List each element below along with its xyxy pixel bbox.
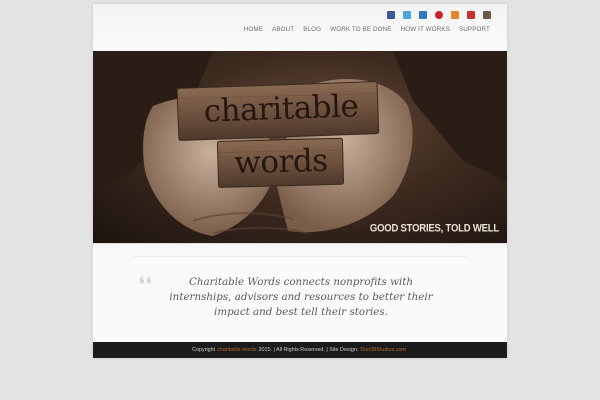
divider [93, 243, 507, 244]
mission-quote-text: Charitable Words connects nonprofits wit… [169, 276, 433, 318]
nav-blog[interactable]: BLOG [303, 26, 321, 33]
rss-icon[interactable] [451, 11, 459, 19]
footer-brand-link[interactable]: charitable words [217, 347, 256, 353]
footer-copyright-prefix: Copyright [192, 347, 216, 353]
nav-home[interactable]: HOME [244, 26, 263, 33]
facebook-icon[interactable] [387, 11, 395, 19]
twitter-icon[interactable] [403, 11, 411, 19]
hero-block-text-1: charitable [203, 88, 359, 130]
footer: Copyright charitable words 2015. | All R… [93, 342, 507, 358]
instagram-icon[interactable] [483, 11, 491, 19]
main-nav: HOME ABOUT BLOG WORK TO BE DONE HOW IT W… [244, 26, 490, 33]
social-links [387, 11, 491, 19]
footer-designer-link[interactable]: Don38Studios.com [360, 347, 406, 353]
nav-how-it-works[interactable]: HOW IT WORKS [401, 26, 450, 33]
page-container: HOME ABOUT BLOG WORK TO BE DONE HOW IT W… [93, 4, 507, 358]
header: HOME ABOUT BLOG WORK TO BE DONE HOW IT W… [93, 4, 507, 50]
quote-divider [133, 256, 467, 257]
youtube-icon[interactable] [467, 11, 475, 19]
mission-quote-section: ❛❛ Charitable Words connects nonprofits … [93, 248, 507, 341]
hero-block-text-2: words [233, 142, 329, 182]
quote-mark-icon: ❛❛ [138, 273, 153, 298]
footer-copyright-text: 2015. | All Rights Reserved. | Site Desi… [258, 347, 359, 353]
pinterest-icon[interactable] [435, 11, 443, 19]
hero-tagline: GOOD STORIES, TOLD WELL [369, 222, 499, 235]
blogger-icon[interactable] [419, 11, 427, 19]
hero-banner: charitable words GOOD STORIES, TOLD WELL [93, 51, 507, 243]
nav-support[interactable]: SUPPORT [459, 26, 490, 33]
nav-work-to-be-done[interactable]: WORK TO BE DONE [330, 26, 391, 33]
nav-about[interactable]: ABOUT [272, 26, 294, 33]
